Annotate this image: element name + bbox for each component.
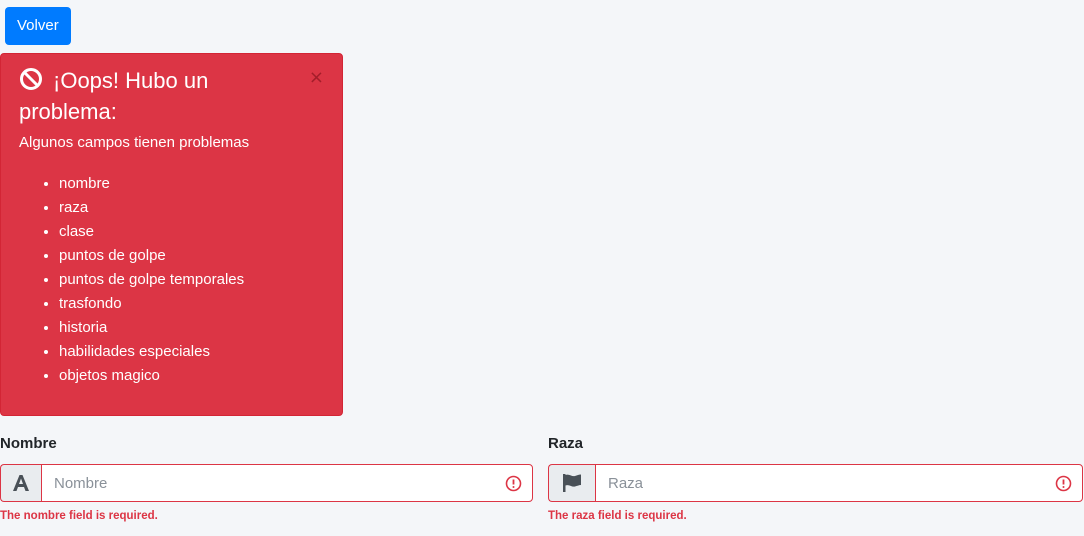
alert-message: Algunos campos tienen problemas xyxy=(19,134,250,151)
back-button[interactable]: Volver xyxy=(5,7,71,45)
list-item: raza xyxy=(59,196,244,220)
list-item: historia xyxy=(59,316,244,340)
list-item: nombre xyxy=(59,172,244,196)
list-item: clase xyxy=(59,220,244,244)
raza-field-wrapper xyxy=(595,464,1083,502)
nombre-field-wrapper xyxy=(41,464,533,502)
nombre-input-group xyxy=(0,464,533,502)
nombre-label: Nombre xyxy=(0,435,57,452)
list-item: objetos magico xyxy=(59,364,244,388)
flag-icon xyxy=(548,464,595,502)
alert-title-text: ¡Oops! Hubo un problema: xyxy=(19,68,209,124)
error-icon xyxy=(1055,475,1072,497)
nombre-error-message: The nombre field is required. xyxy=(0,510,158,522)
close-alert-button[interactable]: × xyxy=(309,68,324,88)
raza-error-message: The raza field is required. xyxy=(548,510,687,522)
raza-input[interactable] xyxy=(596,465,1082,501)
raza-label: Raza xyxy=(548,435,584,452)
error-alert: ¡Oops! Hubo un problema: × Algunos campo… xyxy=(0,53,343,416)
list-item: trasfondo xyxy=(59,292,244,316)
alert-title: ¡Oops! Hubo un problema: xyxy=(19,67,289,126)
alert-field-list: nombre raza clase puntos de golpe puntos… xyxy=(19,172,244,388)
error-icon xyxy=(505,475,522,497)
list-item: habilidades especiales xyxy=(59,340,244,364)
list-item: puntos de golpe xyxy=(59,244,244,268)
raza-input-group xyxy=(548,464,1083,502)
font-letter-a-icon xyxy=(0,464,41,502)
ban-icon xyxy=(19,67,43,98)
nombre-input[interactable] xyxy=(42,465,532,501)
list-item: puntos de golpe temporales xyxy=(59,268,244,292)
